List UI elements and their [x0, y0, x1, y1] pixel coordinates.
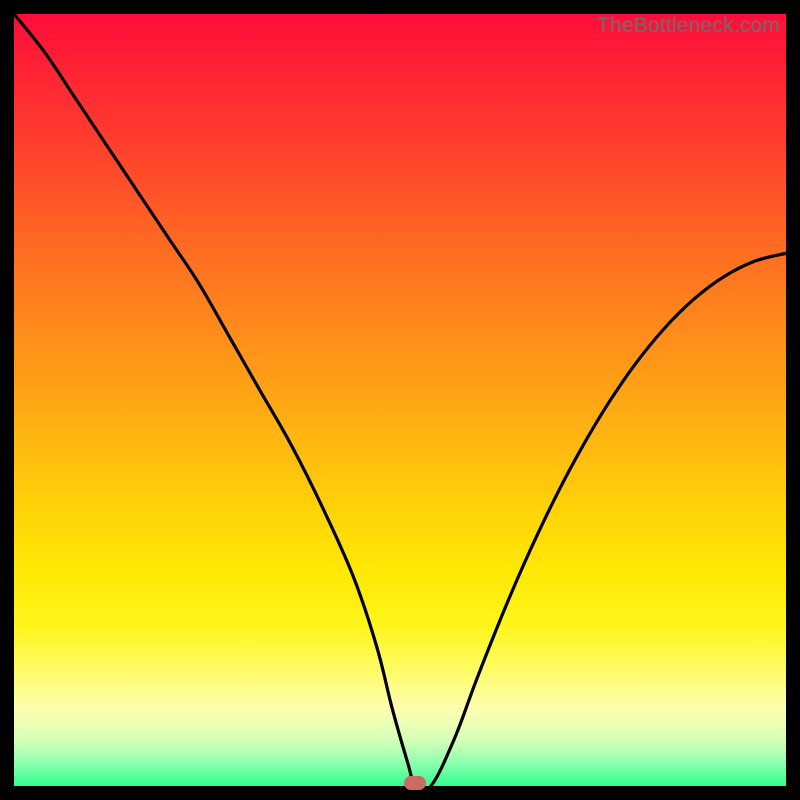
- chart-frame: TheBottleneck.com: [0, 0, 800, 800]
- bottleneck-curve: [14, 14, 786, 786]
- optimal-marker: [404, 776, 426, 790]
- plot-area: TheBottleneck.com: [14, 14, 786, 786]
